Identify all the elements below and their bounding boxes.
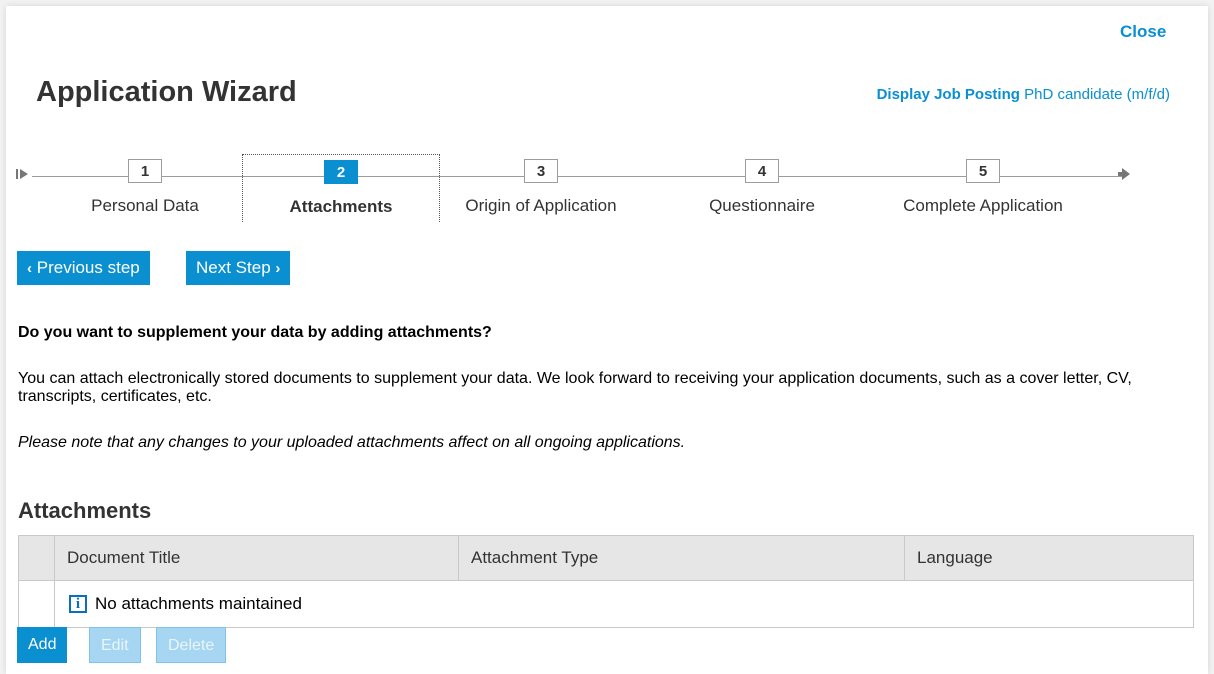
attachments-section-title: Attachments bbox=[18, 498, 152, 523]
roadmap-step-personal-data[interactable]: 1 Personal Data bbox=[46, 154, 244, 222]
step-number: 3 bbox=[524, 159, 558, 183]
next-step-button[interactable]: Next Step › bbox=[186, 251, 291, 285]
step-label: Questionnaire bbox=[709, 196, 815, 215]
column-header-language[interactable]: Language bbox=[905, 536, 1193, 580]
chevron-left-icon: ‹ bbox=[27, 260, 32, 277]
step-label: Personal Data bbox=[91, 196, 199, 215]
next-step-label: Next Step bbox=[196, 258, 271, 277]
attachments-note: Please note that any changes to your upl… bbox=[18, 434, 686, 451]
table-row: i No attachments maintained bbox=[19, 581, 1193, 627]
application-wizard-panel: Close Application Wizard Display Job Pos… bbox=[6, 6, 1208, 674]
previous-step-button[interactable]: ‹ Previous step bbox=[17, 251, 150, 285]
step-label: Complete Application bbox=[903, 196, 1063, 215]
select-all-column[interactable] bbox=[19, 536, 55, 580]
roadmap-step-attachments[interactable]: 2 Attachments bbox=[242, 154, 440, 222]
empty-table-message: i No attachments maintained bbox=[55, 581, 1193, 627]
job-title: PhD candidate (m/f/d) bbox=[1024, 86, 1170, 103]
attachments-description: You can attach electronically stored doc… bbox=[18, 370, 1132, 405]
close-link[interactable]: Close bbox=[1120, 22, 1166, 42]
table-header: Document Title Attachment Type Language bbox=[19, 536, 1193, 581]
roadmap-step-questionnaire[interactable]: 4 Questionnaire bbox=[663, 154, 861, 222]
roadmap-step-origin-of-application[interactable]: 3 Origin of Application bbox=[442, 154, 640, 222]
column-header-attachment-type[interactable]: Attachment Type bbox=[459, 536, 905, 580]
step-label: Attachments bbox=[289, 197, 393, 216]
job-posting-info: Display Job Posting PhD candidate (m/f/d… bbox=[877, 86, 1170, 103]
info-icon: i bbox=[69, 595, 87, 613]
delete-attachment-button: Delete bbox=[156, 627, 227, 663]
chevron-right-icon: › bbox=[275, 260, 281, 277]
attachments-table: Document Title Attachment Type Language … bbox=[18, 535, 1194, 628]
step-number: 2 bbox=[324, 160, 358, 184]
wizard-roadmap: 1 Personal Data 2 Attachments 3 Origin o… bbox=[6, 154, 1208, 234]
step-number: 1 bbox=[128, 159, 162, 183]
attachments-question: Do you want to supplement your data by a… bbox=[18, 324, 492, 341]
edit-attachment-button: Edit bbox=[89, 627, 141, 663]
step-number: 4 bbox=[745, 159, 779, 183]
page-title: Application Wizard bbox=[36, 76, 297, 108]
empty-message-text: No attachments maintained bbox=[95, 594, 302, 613]
column-header-document-title[interactable]: Document Title bbox=[55, 536, 459, 580]
roadmap-step-complete-application[interactable]: 5 Complete Application bbox=[884, 154, 1082, 222]
previous-step-label: Previous step bbox=[36, 258, 140, 277]
roadmap-end-icon bbox=[1118, 167, 1132, 185]
roadmap-start-icon bbox=[16, 167, 30, 185]
row-selector[interactable] bbox=[19, 581, 55, 627]
display-job-posting-link[interactable]: Display Job Posting bbox=[877, 86, 1020, 103]
add-attachment-button[interactable]: Add bbox=[17, 627, 68, 663]
step-label: Origin of Application bbox=[465, 196, 617, 215]
step-number: 5 bbox=[966, 159, 1000, 183]
